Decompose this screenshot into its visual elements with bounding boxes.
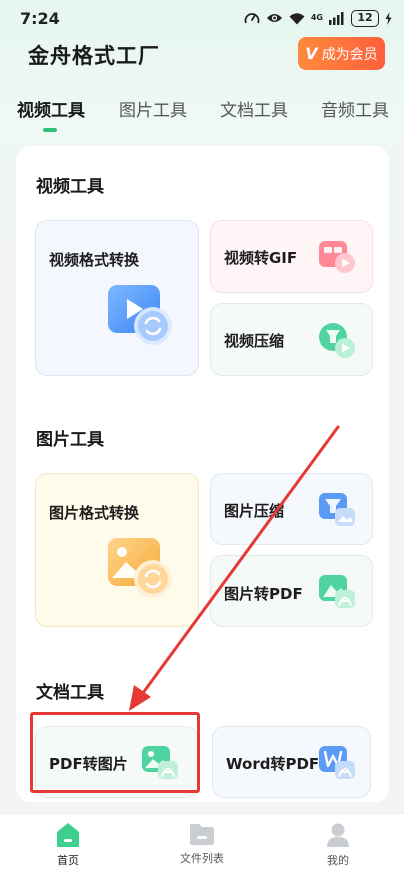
folder-icon: [190, 824, 214, 845]
nav-label-mine: 我的: [327, 854, 349, 867]
nav-item-file-list[interactable]: 文件列表: [162, 822, 242, 866]
home-icon: [57, 823, 79, 847]
user-icon: [327, 823, 349, 847]
nav-item-mine[interactable]: 我的: [298, 822, 378, 868]
nav-item-home[interactable]: 首页: [28, 822, 108, 868]
nav-label-home: 首页: [57, 854, 79, 867]
annotation-highlight-box: [30, 712, 200, 793]
nav-label-file-list: 文件列表: [180, 852, 224, 865]
bottom-nav: 首页 文件列表 我的: [0, 813, 404, 872]
